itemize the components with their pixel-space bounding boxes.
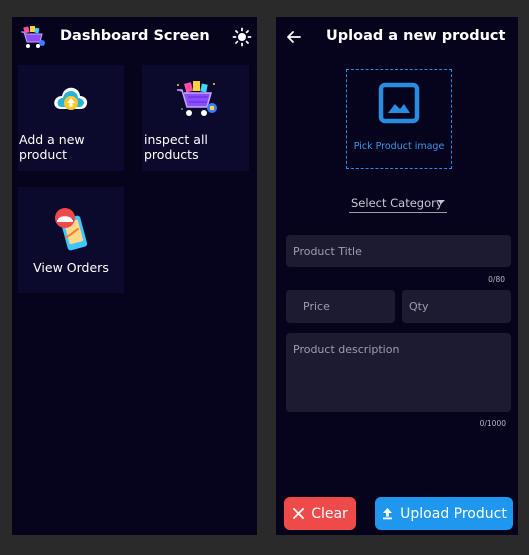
category-selected-value: Select Category — [351, 196, 443, 210]
shopping-cart-logo-icon — [21, 26, 45, 48]
phone-orders-icon — [55, 208, 88, 251]
qty-field[interactable] — [402, 290, 511, 323]
close-icon — [293, 508, 305, 519]
dashboard-screen: Dashboard Screen Add a new product inspe… — [12, 17, 257, 535]
qty-input[interactable] — [402, 290, 511, 323]
product-description-field[interactable] — [286, 333, 511, 412]
pick-image-button[interactable]: Pick Product image — [346, 69, 452, 169]
product-title-input[interactable] — [286, 235, 511, 267]
category-dropdown[interactable]: Select Category — [349, 194, 447, 213]
upload-icon — [383, 508, 393, 520]
tile-label: Add a new product — [19, 132, 85, 162]
upload-product-screen: Upload a new product Pick Product image … — [276, 17, 518, 535]
clear-button[interactable]: Clear — [284, 497, 356, 530]
page-title: Upload a new product — [326, 28, 506, 44]
cloud-upload-icon — [54, 87, 88, 110]
product-title-field[interactable] — [286, 235, 511, 267]
view-orders-tile[interactable]: View Orders — [18, 187, 124, 293]
sun-icon[interactable] — [232, 27, 252, 47]
arrow-left-icon[interactable] — [284, 27, 304, 47]
upload-button-label: Upload Product — [400, 505, 507, 522]
upload-product-button[interactable]: Upload Product — [375, 497, 513, 530]
shopping-cart-icon — [177, 81, 217, 116]
caret-down-icon — [437, 200, 445, 204]
add-product-tile[interactable]: Add a new product — [18, 65, 124, 171]
page-title: Dashboard Screen — [60, 28, 210, 44]
description-char-counter: 0/1000 — [479, 419, 506, 428]
inspect-products-tile[interactable]: inspect all products — [142, 65, 249, 171]
clear-button-label: Clear — [311, 505, 348, 522]
tile-label: View Orders — [33, 260, 109, 275]
price-field[interactable] — [286, 290, 395, 323]
title-char-counter: 0/80 — [488, 275, 505, 284]
dashboard-appbar: Dashboard Screen — [12, 17, 257, 57]
pick-image-label: Pick Product image — [353, 141, 445, 152]
image-icon — [378, 82, 420, 124]
tile-label: inspect all products — [144, 132, 208, 162]
upload-appbar: Upload a new product — [276, 17, 518, 57]
price-input[interactable] — [286, 290, 395, 323]
product-description-input[interactable] — [286, 333, 511, 412]
